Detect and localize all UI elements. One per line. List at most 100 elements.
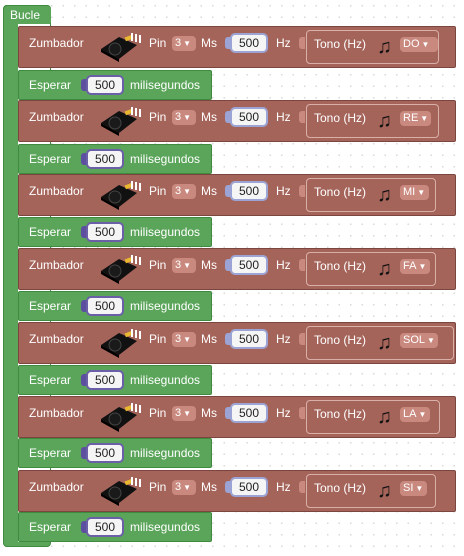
tone-block[interactable]: Tono (Hz) ♫ MI ▼ bbox=[306, 178, 436, 212]
music-note-icon: ♫ bbox=[377, 184, 392, 206]
note-dropdown[interactable]: MI ▼ bbox=[400, 185, 429, 200]
note-dropdown[interactable]: SOL ▼ bbox=[400, 333, 438, 348]
wait-unit-label: milisegundos bbox=[130, 373, 201, 387]
note-dropdown[interactable]: DO ▼ bbox=[400, 37, 438, 52]
duration-ms-input[interactable]: 500 bbox=[230, 255, 268, 275]
dropdown-arrow-icon: ▼ bbox=[415, 484, 424, 493]
pin-dropdown[interactable]: 3 ▼ bbox=[172, 332, 196, 347]
pin-dropdown[interactable]: 3 ▼ bbox=[172, 406, 196, 421]
buzzer-module-icon bbox=[101, 403, 141, 432]
wait-ms-input[interactable]: 500 bbox=[86, 296, 124, 316]
wait-label: Esperar bbox=[29, 446, 72, 460]
dropdown-arrow-icon: ▼ bbox=[427, 336, 435, 345]
input-connector bbox=[299, 259, 305, 271]
pin-dropdown[interactable]: 3 ▼ bbox=[172, 184, 196, 199]
dropdown-arrow-icon: ▼ bbox=[183, 409, 192, 418]
tone-block[interactable]: Tono (Hz) ♫ FA ▼ bbox=[306, 252, 436, 286]
tone-label: Tono (Hz) bbox=[314, 37, 367, 51]
ms-label: Ms bbox=[201, 36, 217, 50]
wait-block[interactable]: Esperar 500 milisegundos bbox=[18, 217, 212, 247]
pin-label: Pin bbox=[149, 110, 167, 124]
tone-block[interactable]: Tono (Hz) ♫ LA ▼ bbox=[306, 400, 440, 434]
pin-dropdown[interactable]: 3 ▼ bbox=[172, 36, 196, 51]
wait-label: Esperar bbox=[29, 225, 72, 239]
wait-ms-input[interactable]: 500 bbox=[86, 75, 124, 95]
duration-ms-input[interactable]: 500 bbox=[230, 403, 268, 423]
duration-ms-input[interactable]: 500 bbox=[230, 329, 268, 349]
tone-label: Tono (Hz) bbox=[314, 333, 367, 347]
tone-block[interactable]: Tono (Hz) ♫ SI ▼ bbox=[306, 474, 436, 508]
buzzer-block[interactable]: Zumbador Pin 3 ▼ Ms 500 Hz Tono (Hz) ♫ SO… bbox=[18, 322, 456, 364]
buzzer-module-icon bbox=[101, 107, 141, 136]
dropdown-arrow-icon: ▼ bbox=[418, 410, 427, 419]
buzzer-block[interactable]: Zumbador Pin 3 ▼ Ms 500 Hz Tono (Hz) ♫ LA… bbox=[18, 396, 456, 438]
pin-dropdown[interactable]: 3 ▼ bbox=[172, 110, 196, 125]
wait-block[interactable]: Esperar 500 milisegundos bbox=[18, 365, 212, 395]
input-connector bbox=[299, 333, 305, 345]
hz-label: Hz bbox=[276, 36, 291, 50]
note-dropdown[interactable]: FA ▼ bbox=[400, 259, 430, 274]
input-connector bbox=[299, 481, 305, 493]
dropdown-arrow-icon: ▼ bbox=[183, 483, 192, 492]
buzzer-module-icon bbox=[101, 255, 141, 284]
note-dropdown[interactable]: LA ▼ bbox=[400, 407, 430, 422]
ms-label: Ms bbox=[201, 332, 217, 346]
buzzer-label: Zumbador bbox=[29, 110, 84, 124]
wait-ms-input[interactable]: 500 bbox=[86, 443, 124, 463]
dropdown-arrow-icon: ▼ bbox=[183, 335, 192, 344]
dropdown-arrow-icon: ▼ bbox=[183, 39, 192, 48]
ms-label: Ms bbox=[201, 480, 217, 494]
wait-block[interactable]: Esperar 500 milisegundos bbox=[18, 291, 212, 321]
buzzer-block[interactable]: Zumbador Pin 3 ▼ Ms 500 Hz Tono (Hz) ♫ RE… bbox=[18, 100, 456, 142]
pin-label: Pin bbox=[149, 332, 167, 346]
buzzer-block[interactable]: Zumbador Pin 3 ▼ Ms 500 Hz Tono (Hz) ♫ MI… bbox=[18, 174, 456, 216]
wait-ms-input[interactable]: 500 bbox=[86, 370, 124, 390]
duration-ms-input[interactable]: 500 bbox=[230, 181, 268, 201]
dropdown-arrow-icon: ▼ bbox=[418, 262, 427, 271]
pin-label: Pin bbox=[149, 184, 167, 198]
wait-unit-label: milisegundos bbox=[130, 446, 201, 460]
duration-ms-input[interactable]: 500 bbox=[230, 107, 268, 127]
tone-block[interactable]: Tono (Hz) ♫ SOL ▼ bbox=[306, 326, 454, 360]
buzzer-block[interactable]: Zumbador Pin 3 ▼ Ms 500 Hz Tono (Hz) ♫ SI… bbox=[18, 470, 456, 512]
note-dropdown[interactable]: SI ▼ bbox=[400, 481, 427, 496]
pin-label: Pin bbox=[149, 406, 167, 420]
note-dropdown[interactable]: RE ▼ bbox=[400, 111, 431, 126]
tone-block[interactable]: Tono (Hz) ♫ DO ▼ bbox=[306, 30, 439, 64]
wait-ms-input[interactable]: 500 bbox=[86, 149, 124, 169]
pin-label: Pin bbox=[149, 480, 167, 494]
dropdown-arrow-icon: ▼ bbox=[183, 261, 192, 270]
music-note-icon: ♫ bbox=[377, 258, 392, 280]
dropdown-arrow-icon: ▼ bbox=[421, 40, 430, 49]
buzzer-module-icon bbox=[101, 33, 141, 62]
tone-block[interactable]: Tono (Hz) ♫ RE ▼ bbox=[306, 104, 439, 138]
pin-dropdown[interactable]: 3 ▼ bbox=[172, 258, 196, 273]
input-connector bbox=[299, 185, 305, 197]
wait-block[interactable]: Esperar 500 milisegundos bbox=[18, 512, 212, 542]
input-connector bbox=[299, 37, 305, 49]
ms-label: Ms bbox=[201, 184, 217, 198]
buzzer-module-icon bbox=[101, 329, 141, 358]
wait-block[interactable]: Esperar 500 milisegundos bbox=[18, 144, 212, 174]
hz-label: Hz bbox=[276, 332, 291, 346]
wait-block[interactable]: Esperar 500 milisegundos bbox=[18, 70, 212, 100]
buzzer-module-icon bbox=[101, 181, 141, 210]
buzzer-module-icon bbox=[101, 477, 141, 506]
dropdown-arrow-icon: ▼ bbox=[183, 113, 192, 122]
duration-ms-input[interactable]: 500 bbox=[230, 477, 268, 497]
pin-dropdown[interactable]: 3 ▼ bbox=[172, 480, 196, 495]
wait-label: Esperar bbox=[29, 299, 72, 313]
wait-unit-label: milisegundos bbox=[130, 152, 201, 166]
wait-label: Esperar bbox=[29, 520, 72, 534]
wait-block[interactable]: Esperar 500 milisegundos bbox=[18, 438, 212, 468]
wait-ms-input[interactable]: 500 bbox=[86, 222, 124, 242]
hz-label: Hz bbox=[276, 406, 291, 420]
ms-label: Ms bbox=[201, 258, 217, 272]
buzzer-block[interactable]: Zumbador Pin 3 ▼ Ms 500 Hz Tono (Hz) ♫ DO… bbox=[18, 26, 456, 68]
wait-ms-input[interactable]: 500 bbox=[86, 517, 124, 537]
duration-ms-input[interactable]: 500 bbox=[230, 33, 268, 53]
buzzer-label: Zumbador bbox=[29, 406, 84, 420]
pin-label: Pin bbox=[149, 36, 167, 50]
buzzer-block[interactable]: Zumbador Pin 3 ▼ Ms 500 Hz Tono (Hz) ♫ FA… bbox=[18, 248, 456, 290]
music-note-icon: ♫ bbox=[377, 332, 392, 354]
